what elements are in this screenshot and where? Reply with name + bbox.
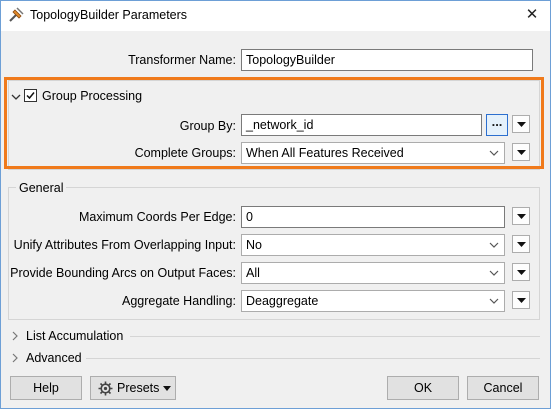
dropdown-arrow-icon [163,386,171,391]
presets-label: Presets [117,381,160,395]
menu-arrow-icon [517,242,526,247]
menu-arrow-icon [517,270,526,275]
bounding-arcs-value: All [246,266,260,280]
max-coords-menu-button[interactable] [512,207,530,225]
list-accumulation-section[interactable]: List Accumulation [26,329,123,343]
chevron-right-icon[interactable] [10,352,20,363]
aggregate-handling-label: Aggregate Handling: [122,294,236,308]
help-button[interactable]: Help [10,376,82,400]
close-icon[interactable]: ✕ [520,4,544,26]
app-icon [8,7,24,23]
chevron-right-icon[interactable] [10,330,20,341]
presets-button[interactable]: Presets [90,376,176,400]
transformer-name-input[interactable]: TopologyBuilder [241,49,533,71]
unify-attributes-value: No [246,238,262,252]
highlight-rectangle [4,77,544,169]
max-coords-label: Maximum Coords Per Edge: [78,210,236,224]
aggregate-handling-select[interactable]: Deaggregate [241,290,505,312]
unify-attributes-select[interactable]: No [241,234,505,256]
chevron-down-icon [489,270,499,276]
divider [86,358,540,359]
ok-button[interactable]: OK [387,376,459,400]
max-coords-input[interactable]: 0 [241,206,505,228]
chevron-down-icon [489,242,499,248]
bounding-arcs-select[interactable]: All [241,262,505,284]
divider [130,336,540,337]
bounding-arcs-label: Provide Bounding Arcs on Output Faces: [10,266,236,280]
menu-arrow-icon [517,214,526,219]
advanced-section[interactable]: Advanced [26,351,82,365]
menu-arrow-icon [517,298,526,303]
unify-attributes-menu-button[interactable] [512,235,530,253]
aggregate-handling-value: Deaggregate [246,294,319,308]
window-title: TopologyBuilder Parameters [30,8,188,22]
general-title: General [16,181,67,195]
unify-attributes-label: Unify Attributes From Overlapping Input: [13,238,236,252]
cancel-button[interactable]: Cancel [467,376,539,400]
chevron-down-icon [489,298,499,304]
transformer-name-label: Transformer Name: [128,53,236,67]
bounding-arcs-menu-button[interactable] [512,263,530,281]
gear-icon [98,381,113,396]
aggregate-handling-menu-button[interactable] [512,291,530,309]
